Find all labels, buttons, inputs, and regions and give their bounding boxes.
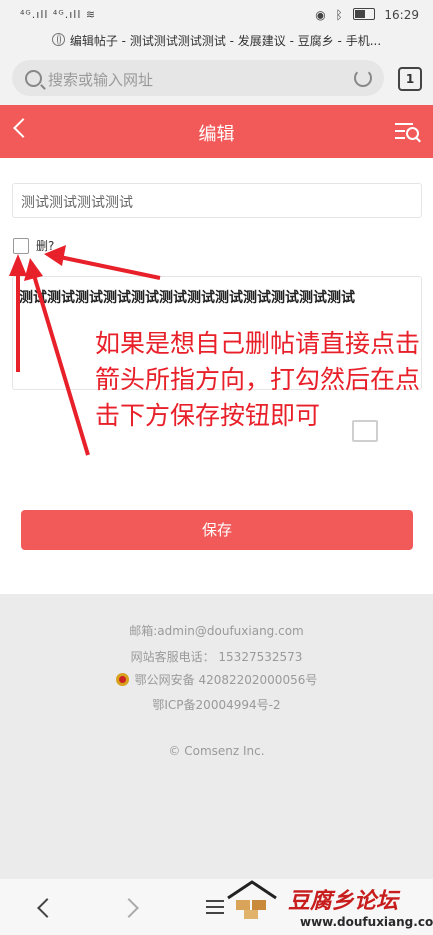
footer-police-record[interactable]: 鄂公网安备 42082202000056号 [0,671,433,688]
police-badge-icon [115,673,129,686]
footer-email[interactable]: 邮箱:admin@doufuxiang.com [0,622,433,639]
footer-copyright: © Comsenz Inc. [168,744,265,758]
watermark-url: www.doufuxiang.com [300,915,433,929]
police-record-text: 鄂公网安备 42082202000056号 [134,673,318,687]
footer-phone: 网站客服电话： 15327532573 [130,650,303,664]
footer-icp[interactable]: 鄂ICP备20004994号-2 [0,696,433,713]
arrow-right [54,254,161,280]
nav-back-icon[interactable] [37,898,57,918]
annotation-arrows [9,245,161,456]
arrowhead-diagonal [24,258,43,281]
arrowhead-left [9,254,27,276]
watermark-name: 豆腐乡论坛 [288,888,399,914]
arrowhead-right [44,245,66,266]
nav-forward-icon[interactable] [119,898,139,918]
watermark-logo-icon [227,880,277,919]
arrow-diagonal [31,271,90,456]
site-footer: 邮箱:admin@doufuxiang.com 网站客服电话： 15327532… [0,594,433,879]
annotation-text: 如果是想自己删帖请直接点击箭头所指方向，打勾然后在点击下方保存按钮即可 [95,329,421,430]
